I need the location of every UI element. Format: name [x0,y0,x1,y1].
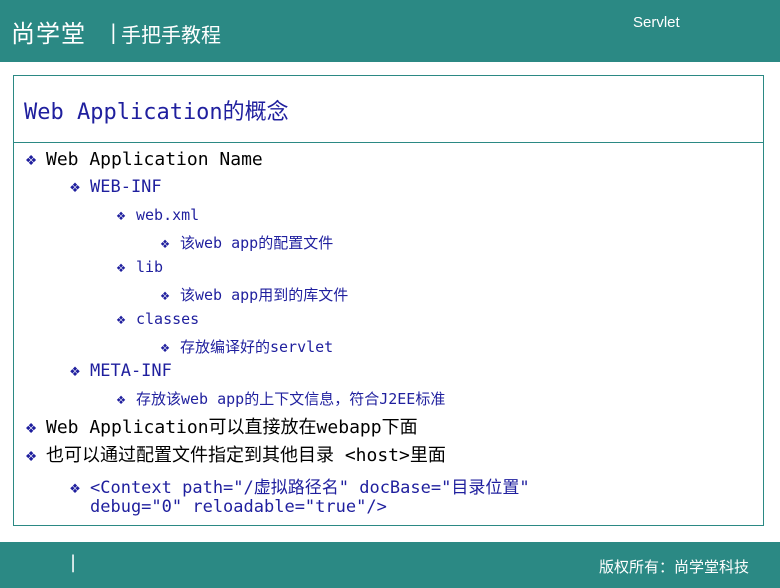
bullet-item: ❖ classes [112,310,199,328]
diamond-bullet-icon: ❖ [160,286,170,304]
copyright-text: 版权所有：尚学堂科技 [599,558,750,576]
bullet-text: Web Application可以直接放在webapp下面 [46,417,418,438]
footer-bar: | 版权所有：尚学堂科技 [0,542,780,588]
slide-title-box: Web Application的概念 [13,75,764,143]
bullet-text: 该web app的配置文件 [180,234,334,252]
bullet-item: ❖ 该web app的配置文件 [156,232,333,253]
diamond-bullet-icon: ❖ [69,478,81,498]
bullet-text: 存放编译好的servlet [180,338,334,356]
bullet-item-continuation: debug="0" reloadable="true"/> [90,497,387,517]
brand-logo-text: 尚学堂 [11,20,86,48]
bullet-item: ❖ META-INF [66,361,172,381]
diamond-bullet-icon: ❖ [69,361,81,381]
bullet-text: 也可以通过配置文件指定到其他目录 <host>里面 [46,445,446,466]
bullet-item: ❖ 存放该web app的上下文信息，符合J2EE标准 [112,388,445,409]
diamond-bullet-icon: ❖ [116,206,126,224]
bullet-item: ❖ WEB-INF [66,177,162,197]
header-bar: 尚学堂 | 手把手教程 Servlet [0,0,780,62]
bullet-text: Web Application Name [46,149,263,170]
diamond-bullet-icon: ❖ [116,258,126,276]
bullet-item: ❖ Web Application可以直接放在webapp下面 [22,413,418,439]
bullet-text: web.xml [136,206,200,224]
bullet-item: ❖ lib [112,258,163,276]
footer-separator: | [70,552,77,573]
bullet-text: 存放该web app的上下文信息，符合J2EE标准 [136,390,446,408]
bullet-item: ❖ web.xml [112,206,199,224]
diamond-bullet-icon: ❖ [25,445,37,466]
bullet-item: ❖ 该web app用到的库文件 [156,284,348,305]
diamond-bullet-icon: ❖ [116,310,126,328]
slide-content: ❖ Web Application Name ❖ WEB-INF ❖ web.xml … [13,142,764,526]
bullet-text: debug="0" reloadable="true"/> [90,497,387,517]
bullet-text: WEB-INF [90,177,162,197]
slide-title: Web Application的概念 [24,100,289,125]
bullet-item: ❖ <Context path="/虚拟路径名" docBase="目录位置" [66,473,530,498]
diamond-bullet-icon: ❖ [69,177,81,197]
diamond-bullet-icon: ❖ [160,338,170,356]
bullet-item: ❖ Web Application Name [22,149,263,170]
diamond-bullet-icon: ❖ [25,417,37,438]
bullet-text: META-INF [90,361,172,381]
bullet-text: lib [136,258,164,276]
bullet-text: classes [136,310,200,328]
header-separator: | [110,20,117,44]
bullet-text: <Context path="/虚拟路径名" docBase="目录位置" [90,478,530,498]
bullet-item: ❖ 存放编译好的servlet [156,336,333,357]
course-name: Servlet [633,14,680,31]
diamond-bullet-icon: ❖ [116,390,126,408]
diamond-bullet-icon: ❖ [25,149,37,170]
diamond-bullet-icon: ❖ [160,234,170,252]
header-subtitle: 手把手教程 [121,23,221,47]
bullet-item: ❖ 也可以通过配置文件指定到其他目录 <host>里面 [22,441,446,467]
bullet-text: 该web app用到的库文件 [180,286,349,304]
